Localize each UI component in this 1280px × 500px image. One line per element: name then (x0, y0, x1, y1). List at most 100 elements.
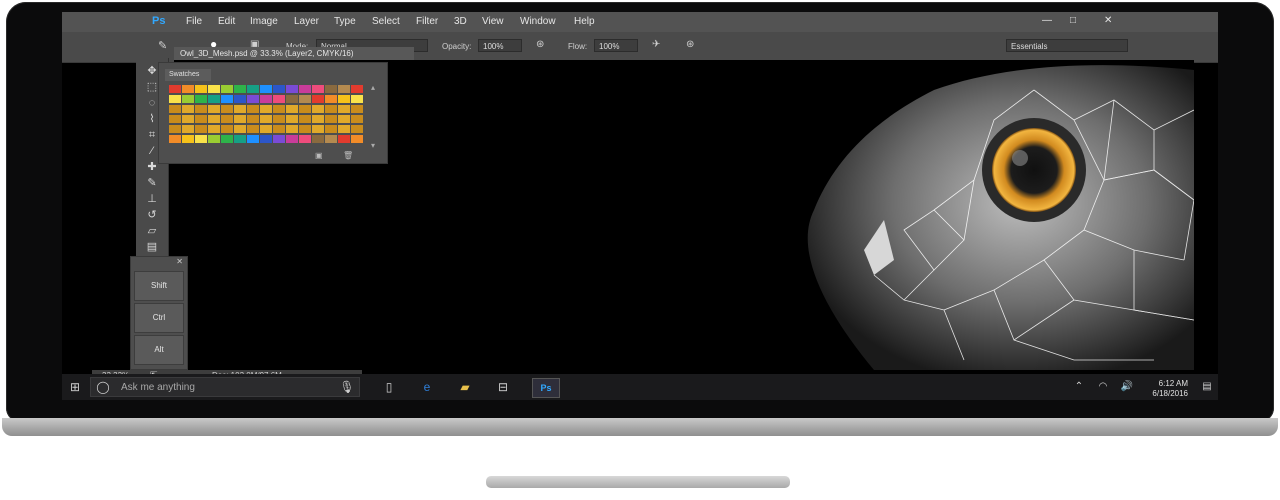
swatch[interactable] (260, 135, 272, 143)
swatch[interactable] (299, 135, 311, 143)
swatch[interactable] (325, 125, 337, 133)
swatch[interactable] (208, 115, 220, 123)
pressure-size-icon[interactable]: ⊛ (686, 39, 694, 50)
swatch[interactable] (325, 135, 337, 143)
swatch[interactable] (234, 85, 246, 93)
menu-select[interactable]: Select (372, 16, 400, 27)
menu-file[interactable]: File (186, 16, 202, 27)
close-button[interactable]: ✕ (1104, 15, 1112, 26)
microphone-icon[interactable]: 🎙 (338, 378, 356, 396)
brush-tool-icon[interactable]: ✎ (158, 39, 167, 52)
maximize-button[interactable]: □ (1070, 15, 1076, 26)
swatch[interactable] (221, 95, 233, 103)
swatch[interactable] (299, 105, 311, 113)
swatch[interactable] (325, 105, 337, 113)
swatch[interactable] (273, 135, 285, 143)
swatch[interactable] (273, 85, 285, 93)
swatch[interactable] (286, 125, 298, 133)
swatch[interactable] (234, 125, 246, 133)
swatch[interactable] (182, 135, 194, 143)
menu-edit[interactable]: Edit (218, 16, 235, 27)
show-hidden-icons[interactable]: ⌃ (1070, 378, 1088, 396)
swatch[interactable] (182, 125, 194, 133)
swatch[interactable] (221, 115, 233, 123)
swatch[interactable] (286, 105, 298, 113)
menu-filter[interactable]: Filter (416, 16, 438, 27)
wifi-icon[interactable]: ◠ (1094, 378, 1112, 396)
swatch[interactable] (234, 115, 246, 123)
swatch[interactable] (195, 85, 207, 93)
menu-image[interactable]: Image (250, 16, 278, 27)
swatch[interactable] (208, 105, 220, 113)
swatch[interactable] (208, 125, 220, 133)
swatch[interactable] (325, 85, 337, 93)
document-tab[interactable]: Owl_3D_Mesh.psd @ 33.3% (Layer2, CMYK/16… (174, 47, 414, 61)
swatch[interactable] (208, 135, 220, 143)
ctrl-button[interactable]: Ctrl (134, 303, 184, 333)
scroll-up-icon[interactable]: ▴ (371, 83, 375, 92)
menu-help[interactable]: Help (574, 16, 595, 27)
swatch[interactable] (312, 125, 324, 133)
swatch[interactable] (195, 95, 207, 103)
opacity-field[interactable]: 100% (478, 39, 522, 52)
swatch[interactable] (195, 105, 207, 113)
swatch[interactable] (221, 85, 233, 93)
menu-layer[interactable]: Layer (294, 16, 319, 27)
swatch[interactable] (299, 95, 311, 103)
swatch[interactable] (312, 115, 324, 123)
photoshop-taskbar-icon[interactable]: Ps (532, 378, 560, 398)
swatch[interactable] (208, 85, 220, 93)
swatch[interactable] (351, 125, 363, 133)
action-center-icon[interactable]: ▤ (1198, 378, 1216, 396)
menu-3d[interactable]: 3D (454, 16, 467, 27)
swatch[interactable] (299, 115, 311, 123)
swatch[interactable] (234, 135, 246, 143)
swatch[interactable] (169, 95, 181, 103)
swatch[interactable] (182, 85, 194, 93)
menu-type[interactable]: Type (334, 16, 356, 27)
shift-button[interactable]: Shift (134, 271, 184, 301)
swatch[interactable] (273, 95, 285, 103)
swatch[interactable] (286, 85, 298, 93)
alt-button[interactable]: Alt (134, 335, 184, 365)
store-icon[interactable]: ⊟ (494, 378, 512, 396)
close-panel-icon[interactable]: ✕ (176, 257, 183, 266)
swatch[interactable] (182, 115, 194, 123)
swatch[interactable] (169, 85, 181, 93)
eraser-tool-icon[interactable]: ▱ (144, 224, 160, 238)
minimize-button[interactable]: — (1042, 15, 1052, 26)
swatch[interactable] (338, 135, 350, 143)
swatch[interactable] (260, 85, 272, 93)
swatch[interactable] (221, 105, 233, 113)
workspace-select[interactable]: Essentials (1006, 39, 1128, 52)
swatch[interactable] (286, 95, 298, 103)
swatch[interactable] (260, 105, 272, 113)
swatch[interactable] (234, 95, 246, 103)
swatch[interactable] (195, 125, 207, 133)
swatch[interactable] (169, 135, 181, 143)
swatch[interactable] (351, 95, 363, 103)
swatch[interactable] (325, 115, 337, 123)
clock[interactable]: 6:12 AM 6/18/2016 (1152, 379, 1188, 399)
swatch[interactable] (351, 85, 363, 93)
swatch[interactable] (312, 105, 324, 113)
swatch[interactable] (260, 125, 272, 133)
edge-icon[interactable]: e (418, 378, 436, 396)
swatch[interactable] (260, 95, 272, 103)
volume-icon[interactable]: 🔊 (1118, 378, 1136, 396)
swatch[interactable] (221, 125, 233, 133)
swatch[interactable] (351, 115, 363, 123)
gradient-tool-icon[interactable]: ▤ (144, 240, 160, 254)
swatch[interactable] (234, 105, 246, 113)
stamp-tool-icon[interactable]: ⊥ (144, 192, 160, 206)
swatch[interactable] (273, 105, 285, 113)
swatch[interactable] (338, 115, 350, 123)
swatch[interactable] (351, 135, 363, 143)
swatch[interactable] (299, 125, 311, 133)
file-explorer-icon[interactable]: ▰ (456, 378, 474, 396)
swatch[interactable] (247, 95, 259, 103)
swatch[interactable] (247, 115, 259, 123)
delete-swatch-icon[interactable]: 🗑 (343, 151, 353, 160)
pressure-opacity-icon[interactable]: ⊛ (536, 39, 544, 50)
swatch[interactable] (195, 115, 207, 123)
